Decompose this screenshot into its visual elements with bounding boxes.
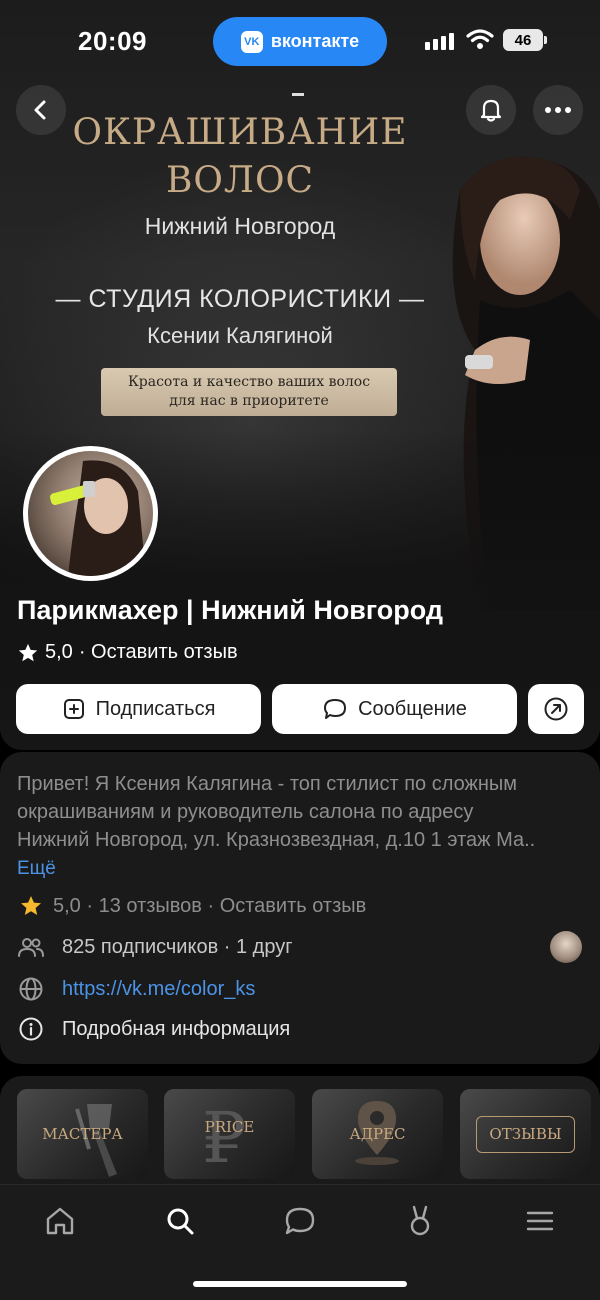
status-time: 20:09: [78, 26, 147, 56]
menu-tile-label: АДРЕС: [349, 1125, 406, 1143]
clips-icon: [410, 1205, 430, 1236]
details-row[interactable]: Подробная информация: [17, 1015, 290, 1043]
app-return-pill[interactable]: VK вконтакте: [213, 17, 387, 66]
globe-icon-wrap: [17, 975, 45, 1003]
reviews-row[interactable]: 5,0 · 13 отзывов · Оставить отзыв: [17, 892, 366, 920]
subscribers-text: 825 подписчиков · 1 друг: [62, 935, 293, 958]
star-icon: [21, 896, 41, 915]
more-options-button[interactable]: [533, 85, 583, 135]
menu-tile-price[interactable]: ₽ PRICE: [164, 1089, 295, 1179]
cover-city: Нижний Новгород: [144, 213, 336, 239]
star-icon-wrap: [17, 892, 45, 920]
message-button[interactable]: Сообщение: [272, 684, 517, 734]
people-icon: [18, 938, 44, 957]
menu-tile-reviews[interactable]: ОТЗЫВЫ: [460, 1089, 591, 1179]
rating-summary[interactable]: 5,0 · Оставить отзыв: [17, 641, 238, 664]
cover-title-line1: ОКРАШИВАНИЕ: [72, 112, 408, 153]
bio-line: Нижний Новгород, ул. Кразнозвездная, д.1…: [17, 829, 536, 851]
tab-messages[interactable]: [280, 1201, 320, 1241]
tab-menu[interactable]: [520, 1201, 560, 1241]
chevron-left-icon: [34, 100, 46, 120]
people-icon-wrap: [17, 933, 45, 961]
tab-home[interactable]: [40, 1201, 80, 1241]
menu-tile-label: PRICE: [204, 1118, 255, 1136]
rating-value: 5,0: [45, 641, 73, 663]
notifications-button[interactable]: [466, 85, 516, 135]
message-label: Сообщение: [358, 697, 467, 720]
back-button[interactable]: [16, 85, 66, 135]
menu-tile-label: МАСТЕРА: [42, 1125, 123, 1143]
more-dots-icon: [545, 107, 571, 113]
community-name: Парикмахер | Нижний Новгород: [17, 595, 444, 625]
menu-tile-label: ОТЗЫВЫ: [489, 1124, 562, 1143]
status-bar: 20:09 VK вконтакте 46: [0, 0, 600, 80]
ruble-icon: ₽: [202, 1097, 247, 1179]
plus-square-icon: [63, 699, 84, 719]
cellular-signal-icon: [425, 33, 454, 50]
friend-avatar[interactable]: [550, 931, 582, 963]
cover-title-line2: ВОЛОС: [165, 160, 315, 201]
menu-tile-address[interactable]: АДРЕС: [312, 1089, 443, 1179]
cover-studio: — СТУДИЯ КОЛОРИСТИКИ —: [55, 285, 425, 313]
home-indicator: [193, 1281, 407, 1287]
avatar-portrait: [50, 460, 146, 576]
cover-slogan-line1: Красота и качество ваших волос: [127, 374, 371, 390]
share-button[interactable]: [528, 684, 584, 734]
menu-icon: [526, 1211, 554, 1231]
cover-slogan-line2: для нас в приоритете: [169, 393, 329, 409]
vk-logo-icon: VK: [240, 30, 263, 53]
info-icon: [19, 1017, 43, 1041]
cover-slogan: Красота и качество ваших волос для нас в…: [101, 368, 397, 416]
messages-icon: [285, 1207, 315, 1235]
avatar-photo: [28, 451, 153, 576]
community-avatar[interactable]: [23, 446, 158, 581]
star-icon: [18, 643, 38, 661]
tab-clips[interactable]: [400, 1201, 440, 1241]
subscribe-button[interactable]: Подписаться: [16, 684, 261, 734]
reviews-text: 5,0 · 13 отзывов · Оставить отзыв: [53, 894, 367, 917]
info-icon-wrap: [17, 1015, 45, 1043]
bell-icon: [480, 99, 502, 122]
show-more-link[interactable]: Ещё: [17, 858, 56, 880]
subscribe-label: Подписаться: [95, 697, 216, 720]
globe-icon: [19, 977, 43, 1001]
subscribers-row[interactable]: 825 подписчиков · 1 друг: [17, 933, 293, 961]
cover-master: Ксении Калягиной: [147, 323, 333, 348]
community-description: Привет! Я Ксения Калягина - топ стилист …: [17, 770, 587, 854]
cover-dash: [292, 93, 304, 96]
details-text: Подробная информация: [62, 1017, 291, 1040]
tab-search[interactable]: [160, 1201, 200, 1241]
wifi-icon: [466, 29, 494, 49]
battery-indicator: 46: [503, 29, 543, 51]
search-icon: [167, 1208, 194, 1235]
menu-tile-masters[interactable]: МАСТЕРА: [17, 1089, 148, 1179]
link-row[interactable]: https://vk.me/color_ks: [17, 975, 255, 1003]
chat-bubble-icon: [324, 699, 347, 719]
app-return-label: вконтакте: [270, 31, 360, 51]
home-icon: [46, 1207, 74, 1235]
share-arrow-icon: [544, 697, 568, 721]
battery-tip: [544, 36, 547, 44]
bio-line: Привет! Я Ксения Калягина - топ стилист …: [17, 773, 518, 795]
reviews-frame: ОТЗЫВЫ: [476, 1115, 575, 1153]
bio-line: окрашиваниям и руководитель салона по ад…: [17, 801, 474, 823]
leave-review-link[interactable]: · Оставить отзыв: [79, 641, 238, 664]
community-link[interactable]: https://vk.me/color_ks: [62, 978, 255, 1001]
